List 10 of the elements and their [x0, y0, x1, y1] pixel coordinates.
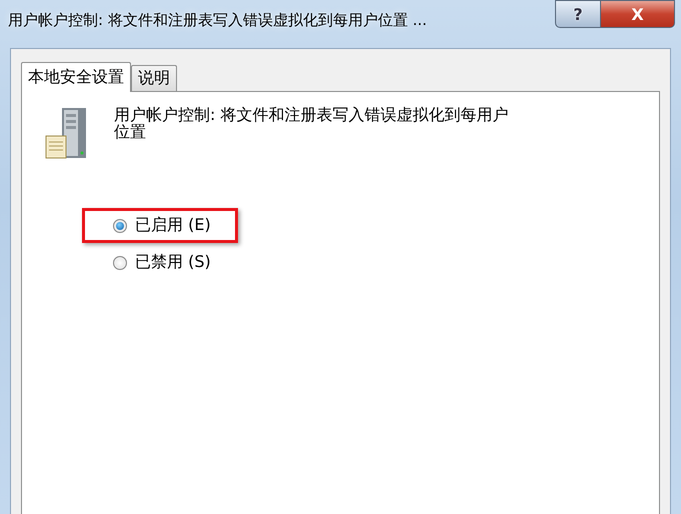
window-title: 用户帐户控制: 将文件和注册表写入错误虚拟化到每用户位置 ...	[7, 10, 428, 30]
radio-label[interactable]: 已禁用 (S)	[135, 252, 211, 273]
policy-name: 用户帐户控制: 将文件和注册表写入错误虚拟化到每用户位置	[114, 106, 510, 140]
close-button[interactable]: X	[601, 0, 675, 28]
radio-button[interactable]	[113, 256, 127, 270]
radio-label[interactable]: 已启用 (E)	[135, 215, 211, 236]
help-button[interactable]: ?	[555, 0, 601, 28]
tab[interactable]: 说明	[131, 65, 177, 91]
radio-button[interactable]	[113, 218, 127, 232]
tab[interactable]: 本地安全设置	[21, 62, 131, 92]
